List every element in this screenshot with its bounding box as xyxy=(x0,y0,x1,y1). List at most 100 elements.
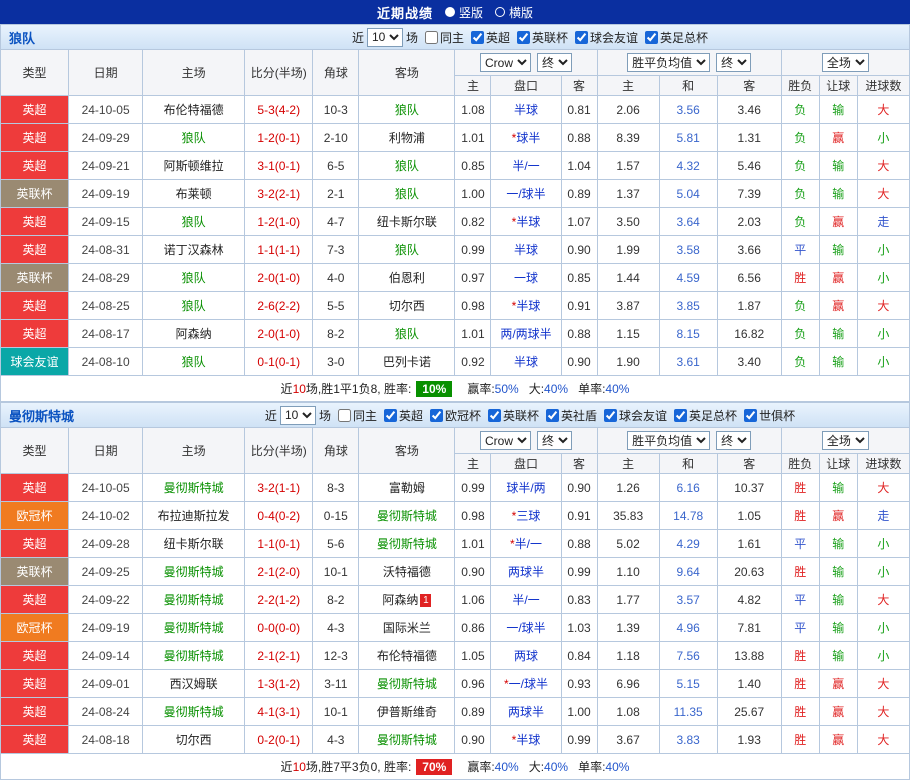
summary-stat: 赢率:50% xyxy=(467,380,518,397)
same-home-checkbox[interactable] xyxy=(425,31,438,44)
match-score: 1-2(0-1) xyxy=(245,124,313,152)
odds-away: 1.00 xyxy=(561,698,597,726)
league-checkbox[interactable] xyxy=(604,409,617,422)
bookmaker-select[interactable]: Crow xyxy=(480,431,531,450)
league-checkbox[interactable] xyxy=(744,409,757,422)
match-date: 24-08-31 xyxy=(69,236,143,264)
league-filter[interactable]: 世俱杯 xyxy=(744,407,795,424)
layout-vertical-radio[interactable]: 竖版 xyxy=(445,4,483,21)
match-count-select[interactable]: 10 xyxy=(367,28,403,47)
summary-bar: 近10场,胜7平3负0, 胜率:70%赢率:40%大:40%单率:40% xyxy=(0,754,910,780)
league-checkbox[interactable] xyxy=(575,31,588,44)
odds-draw: 14.78 xyxy=(659,502,717,530)
league-filter[interactable]: 英联杯 xyxy=(488,407,539,424)
league-filter[interactable]: 球会友谊 xyxy=(575,29,638,46)
layout-horizontal-radio[interactable]: 横版 xyxy=(495,4,533,21)
league-filter[interactable]: 英超 xyxy=(384,407,423,424)
odds-win: 1.10 xyxy=(597,558,659,586)
summary-bar: 近10场,胜1平1负8, 胜率:10%赢率:50%大:40%单率:40% xyxy=(0,376,910,402)
league-filter[interactable]: 英超 xyxy=(471,29,510,46)
league-filter[interactable]: 英社盾 xyxy=(546,407,597,424)
league-filter[interactable]: 欧冠杯 xyxy=(430,407,481,424)
odds-home: 0.98 xyxy=(455,502,491,530)
league-type-badge: 英超 xyxy=(1,208,69,236)
match-score: 3-2(2-1) xyxy=(245,180,313,208)
odds-away: 1.03 xyxy=(561,614,597,642)
match-row: 英超24-09-15狼队1-2(1-0)4-7纽卡斯尔联0.82*半球1.073… xyxy=(1,208,910,236)
handicap-line: 两球半 xyxy=(491,698,561,726)
league-checkbox[interactable] xyxy=(488,409,501,422)
corner-count: 7-3 xyxy=(313,236,359,264)
league-checkbox[interactable] xyxy=(674,409,687,422)
match-count-select[interactable]: 10 xyxy=(280,406,316,425)
odds-away: 0.89 xyxy=(561,180,597,208)
result-handicap: 输 xyxy=(819,614,857,642)
league-checkbox[interactable] xyxy=(384,409,397,422)
filter-bar: 近10场同主英超英联杯球会友谊英足总杯 xyxy=(159,28,901,47)
odds-draw: 7.56 xyxy=(659,642,717,670)
odds-win: 35.83 xyxy=(597,502,659,530)
odds-draw: 3.61 xyxy=(659,348,717,376)
summary-count: 10 xyxy=(293,382,306,396)
final-odds-select[interactable]: 终 xyxy=(537,431,572,450)
scope-select[interactable]: 全场 xyxy=(822,431,869,450)
match-date: 24-09-14 xyxy=(69,642,143,670)
away-team: 纽卡斯尔联 xyxy=(359,208,455,236)
result-goals: 走 xyxy=(857,208,909,236)
odds-home: 0.99 xyxy=(455,236,491,264)
match-date: 24-10-02 xyxy=(69,502,143,530)
avg-odds-select[interactable]: 胜平负均值 xyxy=(627,53,710,72)
final-avg-select[interactable]: 终 xyxy=(716,53,751,72)
stat-value: 40% xyxy=(544,382,568,396)
league-filter[interactable]: 英足总杯 xyxy=(674,407,737,424)
league-filter[interactable]: 英联杯 xyxy=(517,29,568,46)
league-filter[interactable]: 英足总杯 xyxy=(645,29,708,46)
league-checkbox[interactable] xyxy=(471,31,484,44)
league-type-badge: 英超 xyxy=(1,530,69,558)
league-checkbox[interactable] xyxy=(645,31,658,44)
league-type-badge: 英联杯 xyxy=(1,558,69,586)
corner-count: 2-10 xyxy=(313,124,359,152)
league-filter[interactable]: 球会友谊 xyxy=(604,407,667,424)
col-subheader-handicap: 盘口 xyxy=(491,76,561,96)
same-home-filter[interactable]: 同主 xyxy=(338,407,377,424)
team-sections-container: 狼队近10场同主英超英联杯球会友谊英足总杯类型日期主场比分(半场)角球客场Cro… xyxy=(0,24,910,780)
away-team: 利物浦 xyxy=(359,124,455,152)
avg-odds-header-cell: 胜平负均值终 xyxy=(597,428,781,454)
league-checkbox[interactable] xyxy=(430,409,443,422)
same-home-filter[interactable]: 同主 xyxy=(425,29,464,46)
corner-count: 8-3 xyxy=(313,474,359,502)
col-subheader-h: 主 xyxy=(455,454,491,474)
league-checkbox[interactable] xyxy=(546,409,559,422)
league-label: 球会友谊 xyxy=(619,407,667,424)
same-home-checkbox[interactable] xyxy=(338,409,351,422)
bookmaker-select[interactable]: Crow xyxy=(480,53,531,72)
match-score: 2-0(1-0) xyxy=(245,264,313,292)
avg-odds-select[interactable]: 胜平负均值 xyxy=(627,431,710,450)
corner-count: 10-3 xyxy=(313,96,359,124)
summary-stat: 大:40% xyxy=(529,380,568,397)
handicap-line: *半球 xyxy=(491,292,561,320)
league-label: 英超 xyxy=(399,407,423,424)
scope-select[interactable]: 全场 xyxy=(822,53,869,72)
win-rate-badge: 70% xyxy=(416,759,452,775)
odds-win: 1.15 xyxy=(597,320,659,348)
odds-home: 0.89 xyxy=(455,698,491,726)
odds-lose: 16.82 xyxy=(717,320,781,348)
league-checkbox[interactable] xyxy=(517,31,530,44)
result-winloss: 负 xyxy=(781,180,819,208)
final-odds-select[interactable]: 终 xyxy=(537,53,572,72)
odds-lose: 1.87 xyxy=(717,292,781,320)
team-section: 曼彻斯特城近10场同主英超欧冠杯英联杯英社盾球会友谊英足总杯世俱杯类型日期主场比… xyxy=(0,402,910,780)
result-handicap: 赢 xyxy=(819,670,857,698)
match-date: 24-10-05 xyxy=(69,96,143,124)
final-avg-select[interactable]: 终 xyxy=(716,431,751,450)
handicap-line: 一球 xyxy=(491,264,561,292)
away-team: 曼彻斯特城 xyxy=(359,726,455,754)
match-row: 英超24-08-25狼队2-6(2-2)5-5切尔西0.98*半球0.913.8… xyxy=(1,292,910,320)
away-team: 狼队 xyxy=(359,180,455,208)
home-team: 诺丁汉森林 xyxy=(143,236,245,264)
result-goals: 小 xyxy=(857,614,909,642)
match-date: 24-08-17 xyxy=(69,320,143,348)
away-team: 伯恩利 xyxy=(359,264,455,292)
